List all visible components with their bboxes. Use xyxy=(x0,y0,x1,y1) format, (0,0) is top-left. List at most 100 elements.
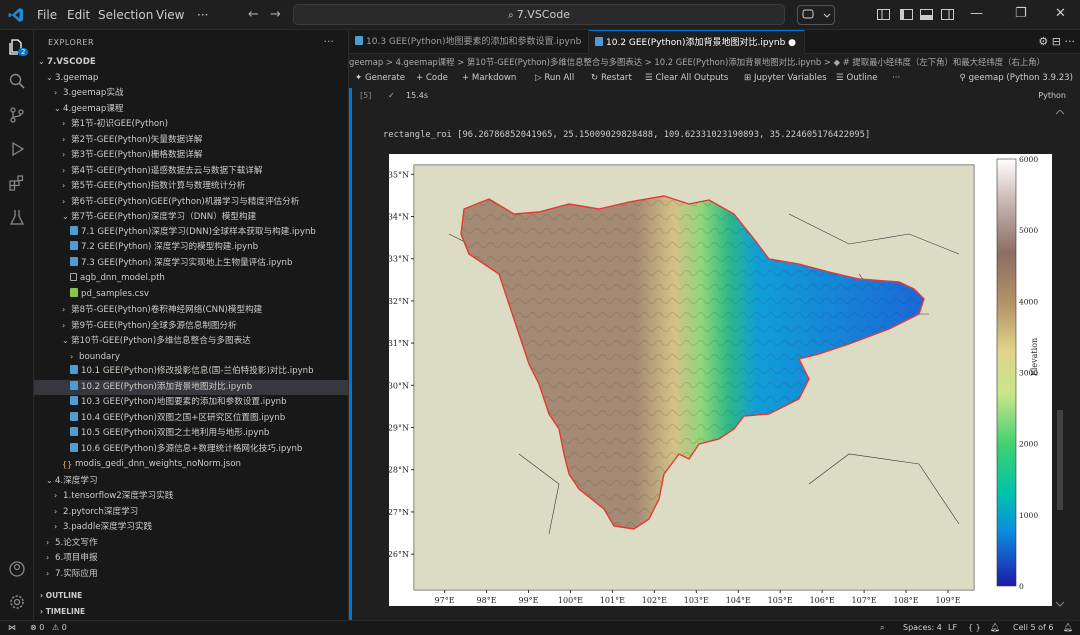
tree-file-item[interactable]: 10.3 GEE(Python)地图要素的添加和参数设置.ipynb xyxy=(34,395,348,411)
toolbar-more-button[interactable]: ··· xyxy=(892,70,900,87)
toggle-panel-icon[interactable] xyxy=(920,9,933,20)
copilot-button[interactable] xyxy=(797,5,835,25)
notifications-icon[interactable]: 🔔︎ xyxy=(1063,621,1073,635)
restore-icon[interactable]: ❐ xyxy=(1015,6,1027,21)
indentation-status[interactable]: Spaces: 4 xyxy=(903,621,942,635)
cell-output-text: rectangle_roi [96.26786852041965, 25.150… xyxy=(383,130,871,140)
tree-file-item[interactable]: agb_dnn_model.pth xyxy=(34,271,348,287)
run-debug-icon[interactable] xyxy=(8,140,26,158)
y-tick-label: 32°N xyxy=(389,297,409,306)
command-center-search[interactable]: ⌕ 7.VSCode xyxy=(293,4,785,25)
tree-folder-item[interactable]: › 6.项目申报 xyxy=(34,550,348,566)
tree-folder-item[interactable]: ⌄ 4.geemap课程 xyxy=(34,101,348,117)
tree-file-item[interactable]: 7.2 GEE(Python) 深度学习的模型构建.ipynb xyxy=(34,240,348,256)
tree-item-label: 7.3 GEE(Python) 深度学习实现地上生物量评估.ipynb xyxy=(81,257,293,268)
restart-button[interactable]: ↻ Restart xyxy=(591,70,632,87)
back-arrow-icon[interactable]: ← xyxy=(248,7,259,22)
tree-folder-item[interactable]: › 3.geemap实战 xyxy=(34,85,348,101)
outline-button[interactable]: ☰ Outline xyxy=(836,70,878,87)
tree-file-item[interactable]: 10.1 GEE(Python)修改投影信息(国-兰伯特投影)对比.ipynb xyxy=(34,364,348,380)
unsaved-dot-icon[interactable]: ● xyxy=(788,38,796,48)
tree-file-item[interactable]: 7.3 GEE(Python) 深度学习实现地上生物量评估.ipynb xyxy=(34,256,348,272)
more-actions-icon[interactable]: ··· xyxy=(1065,35,1076,48)
tree-folder-item[interactable]: › 第4节-GEE(Python)遥感数据去云与数据下载详解 xyxy=(34,163,348,179)
tree-folder-item[interactable]: ⌄ 3.geemap xyxy=(34,70,348,86)
split-editor-icon[interactable]: ⊟ xyxy=(1052,35,1061,48)
tree-folder-item[interactable]: › 第1节-初识GEE(Python) xyxy=(34,116,348,132)
cell-language-picker[interactable]: Python xyxy=(1038,88,1066,104)
tree-folder-item[interactable]: › 7.实际应用 xyxy=(34,566,348,582)
extensions-icon[interactable] xyxy=(8,174,26,192)
account-icon[interactable] xyxy=(8,560,26,578)
tree-folder-item[interactable]: › 第3节-GEE(Python)栅格数据详解 xyxy=(34,147,348,163)
restart-icon: ↻ xyxy=(591,73,601,83)
tree-file-item[interactable]: pd_samples.csv xyxy=(34,287,348,303)
source-control-icon[interactable] xyxy=(8,106,26,124)
zoom-icon[interactable]: ⌕ xyxy=(880,621,884,635)
add-code-button[interactable]: + Code xyxy=(416,70,448,87)
x-tick-label: 100°E xyxy=(558,596,583,605)
tree-folder-item[interactable]: ⌄ 第7节-GEE(Python)深度学习（DNN）模型构建 xyxy=(34,209,348,225)
tree-file-item[interactable]: 10.6 GEE(Python)多源信息+数理统计格网化技巧.ipynb xyxy=(34,442,348,458)
menu-edit[interactable]: Edit xyxy=(67,8,90,22)
problems-errors[interactable]: ⊗ 0 xyxy=(30,621,44,635)
clear-outputs-button[interactable]: ☰ Clear All Outputs xyxy=(645,70,728,87)
settings-gear-icon[interactable] xyxy=(8,593,26,611)
tree-item-label: 3.paddle深度学习实践 xyxy=(63,522,153,532)
menu-more[interactable]: ··· xyxy=(197,8,208,22)
notebook-file-icon xyxy=(70,365,78,374)
kernel-picker[interactable]: ⚲ geemap (Python 3.9.23) xyxy=(960,70,1073,87)
minimize-icon[interactable]: — xyxy=(970,6,983,21)
language-braces-status[interactable]: { } xyxy=(968,621,981,635)
cell-position-status[interactable]: Cell 5 of 6 xyxy=(1013,621,1053,635)
tree-file-item[interactable]: 10.4 GEE(Python)双图之国+区研究区位置图.ipynb xyxy=(34,411,348,427)
chevron-right-icon: › xyxy=(46,537,50,547)
remote-indicator-icon[interactable]: ⋈ xyxy=(8,621,16,635)
forward-arrow-icon[interactable]: → xyxy=(270,7,281,22)
menu-selection[interactable]: Selection xyxy=(98,8,153,22)
tree-folder-item[interactable]: ⌄ 7.VSCODE xyxy=(34,54,348,70)
explorer-more-button[interactable]: ··· xyxy=(324,35,335,48)
tree-folder-item[interactable]: › 1.tensorflow2深度学习实践 xyxy=(34,488,348,504)
outline-panel-header[interactable]: › OUTLINE xyxy=(34,588,348,603)
tree-folder-item[interactable]: › 第2节-GEE(Python)矢量数据详解 xyxy=(34,132,348,148)
jupyter-variables-button[interactable]: ⊞ Jupyter Variables xyxy=(744,70,827,87)
run-all-button[interactable]: ▷ Run All xyxy=(535,70,574,87)
settings-gear-icon[interactable]: ⚙ xyxy=(1038,35,1048,48)
generate-button[interactable]: ✦ Generate xyxy=(355,70,405,87)
tree-folder-item[interactable]: › 第8节-GEE(Python)卷积神经网络(CNN)模型构建 xyxy=(34,302,348,318)
tree-folder-item[interactable]: › boundary xyxy=(34,349,348,365)
tree-file-item[interactable]: 10.5 GEE(Python)双图之土地利用与地形.ipynb xyxy=(34,426,348,442)
menu-file[interactable]: File xyxy=(37,8,57,22)
add-markdown-button[interactable]: + Markdown xyxy=(462,70,516,87)
search-icon[interactable] xyxy=(8,72,26,90)
tree-folder-item[interactable]: › 第5节-GEE(Python)指数计算与数理统计分析 xyxy=(34,178,348,194)
tree-folder-item[interactable]: › 第6节-GEE(Python)GEE(Python)机器学习与精度评估分析 xyxy=(34,194,348,210)
x-tick-label: 108°E xyxy=(893,596,918,605)
tree-folder-item[interactable]: › 3.paddle深度学习实践 xyxy=(34,519,348,535)
breadcrumb[interactable]: geemap > 4.geemap课程 > 第10节-GEE(Python)多维… xyxy=(349,54,1080,70)
timeline-panel-header[interactable]: › TIMELINE xyxy=(34,604,348,619)
tree-file-item[interactable]: 7.1 GEE(Python)深度学习(DNN)全球样本获取与构建.ipynb xyxy=(34,225,348,241)
tab-10-2-notebook[interactable]: 10.2 GEE(Python)添加背景地图对比.ipynb ● xyxy=(589,30,805,54)
tree-folder-item[interactable]: › 5.论文写作 xyxy=(34,535,348,551)
vertical-scrollbar[interactable] xyxy=(1053,110,1067,610)
layout-icon[interactable] xyxy=(877,9,890,20)
tree-folder-item[interactable]: › 2.pytorch深度学习 xyxy=(34,504,348,520)
toggle-secondary-sidebar-icon[interactable] xyxy=(941,9,954,20)
problems-warnings[interactable]: ⚠ 0 xyxy=(52,621,67,635)
tree-file-item[interactable]: 10.2 GEE(Python)添加背景地图对比.ipynb xyxy=(34,379,348,396)
tree-folder-item[interactable]: › 第9节-GEE(Python)全球多源信息制图分析 xyxy=(34,318,348,334)
tree-folder-item[interactable]: ⌄ 第10节-GEE(Python)多维信息整合与多图表达 xyxy=(34,333,348,349)
toggle-sidebar-icon[interactable] xyxy=(900,9,913,20)
eol-status[interactable]: LF xyxy=(948,621,957,635)
x-tick-label: 102°E xyxy=(642,596,667,605)
close-icon[interactable]: ✕ xyxy=(1055,6,1066,21)
tree-folder-item[interactable]: ⌄ 4.深度学习 xyxy=(34,473,348,489)
menu-view[interactable]: View xyxy=(156,8,184,22)
tree-item-label: 第6节-GEE(Python)GEE(Python)机器学习与精度评估分析 xyxy=(71,196,300,207)
tree-file-item[interactable]: {} modis_gedi_dnn_weights_noNorm.json xyxy=(34,457,348,473)
bell-icon[interactable]: 🔔︎ xyxy=(990,621,1000,635)
tab-10-3-notebook[interactable]: 10.3 GEE(Python)地图要素的添加和参数设置.ipynb xyxy=(349,30,589,54)
testing-icon[interactable] xyxy=(8,208,26,226)
